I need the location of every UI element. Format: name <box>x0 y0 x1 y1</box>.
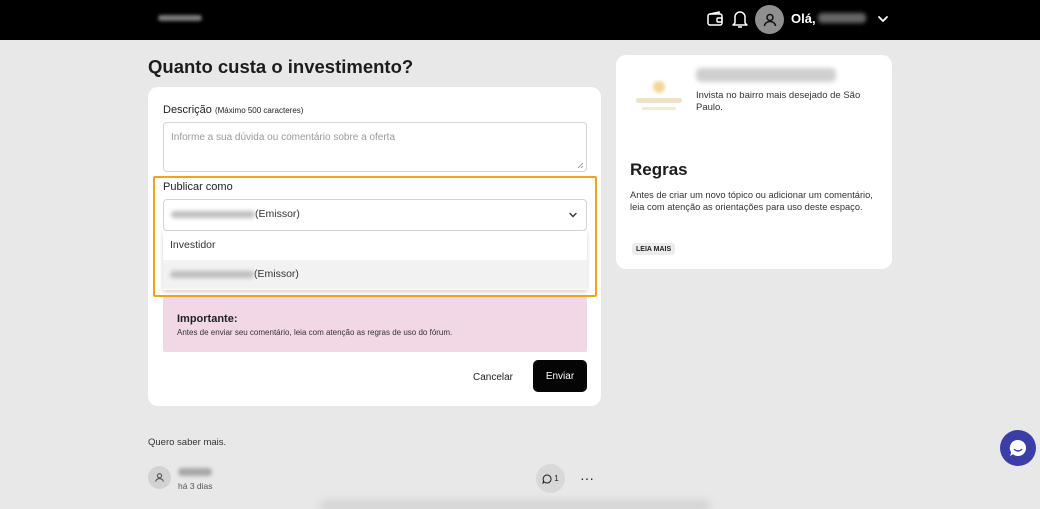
user-icon <box>763 13 776 26</box>
chat-button[interactable] <box>1000 430 1036 466</box>
read-more-button[interactable]: LEIA MAIS <box>632 243 676 255</box>
bell-icon[interactable] <box>731 9 749 29</box>
more-options-button[interactable]: ··· <box>577 470 597 486</box>
user-avatar[interactable] <box>755 5 784 34</box>
comment-time: há 3 dias <box>178 481 213 491</box>
option-emissor[interactable]: (Emissor) <box>163 260 587 289</box>
publish-as-selected: (Emissor) <box>171 208 300 220</box>
replies-button[interactable]: 1 <box>536 464 565 493</box>
top-bar: Olá, <box>0 0 1040 40</box>
comment-bubble-icon <box>542 473 552 484</box>
offer-description: Invista no bairro mais desejado de São P… <box>696 90 861 113</box>
publish-as-select[interactable]: (Emissor) <box>163 199 587 231</box>
description-textarea[interactable]: Informe a sua dúvida ou comentário sobre… <box>163 122 587 172</box>
chat-bubble-icon <box>1009 439 1027 456</box>
offer-logo <box>636 81 682 110</box>
issuer-name-blurred <box>171 210 255 218</box>
description-hint: (Máximo 500 caracteres) <box>214 106 304 115</box>
description-label-text: Descrição <box>163 104 212 116</box>
description-label: Descrição (Máximo 500 caracteres) <box>163 104 303 116</box>
logo[interactable] <box>158 15 202 21</box>
important-notice: Importante: Antes de enviar seu comentár… <box>163 297 587 352</box>
cancel-button[interactable]: Cancelar <box>465 362 521 392</box>
rules-title: Regras <box>630 160 688 179</box>
comment-text: Quero saber mais. <box>148 437 227 448</box>
send-button[interactable]: Enviar <box>533 360 587 392</box>
greeting: Olá, <box>791 11 816 26</box>
offer-name-blurred <box>696 68 836 82</box>
reply-count: 1 <box>554 474 559 483</box>
rules-text: Antes de criar um novo tópico ou adicion… <box>630 190 873 212</box>
user-icon <box>155 473 164 482</box>
commenter-avatar <box>148 466 171 489</box>
chevron-down-icon <box>569 212 577 218</box>
issuer-name-blurred <box>170 270 254 278</box>
notice-text: Antes de enviar seu comentário, leia com… <box>177 328 453 337</box>
publish-as-label: Publicar como <box>163 181 233 193</box>
description-placeholder: Informe a sua dúvida ou comentário sobre… <box>171 132 396 143</box>
commenter-name-blurred <box>178 468 212 476</box>
resize-handle-icon[interactable] <box>577 162 584 169</box>
wallet-icon[interactable] <box>706 10 724 28</box>
next-item-shadow <box>320 500 710 509</box>
page-title: Quanto custa o investimento? <box>148 56 414 77</box>
selected-suffix: (Emissor) <box>255 208 300 220</box>
publish-as-dropdown: Investidor (Emissor) <box>163 231 587 290</box>
notice-title: Importante: <box>177 313 238 325</box>
user-name-blurred <box>818 13 866 23</box>
option-label: (Emissor) <box>254 268 299 280</box>
chevron-down-icon[interactable] <box>876 12 890 26</box>
option-label: Investidor <box>170 239 216 251</box>
option-investidor[interactable]: Investidor <box>163 231 587 260</box>
